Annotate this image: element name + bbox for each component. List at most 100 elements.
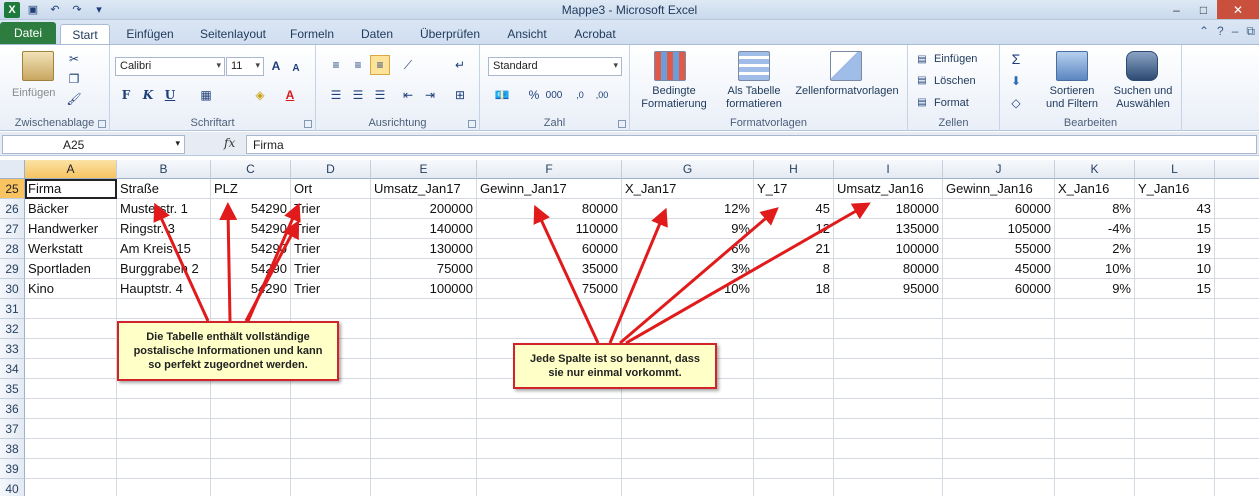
grid-cell[interactable]: [25, 319, 117, 339]
grid-cell[interactable]: 100000: [834, 239, 943, 259]
grid-cell[interactable]: 54290: [211, 279, 291, 299]
grid-cell[interactable]: [291, 479, 371, 496]
tab-daten[interactable]: Daten: [352, 24, 402, 44]
row-header[interactable]: 40: [0, 479, 25, 496]
grid-cell[interactable]: [371, 459, 477, 479]
grid-cell[interactable]: 80000: [834, 259, 943, 279]
grid-cell[interactable]: [622, 479, 754, 496]
grid-cell[interactable]: [1215, 459, 1259, 479]
grid-cell[interactable]: 15: [1135, 219, 1215, 239]
grid-cell[interactable]: 60000: [943, 279, 1055, 299]
grid-cell[interactable]: Musterstr. 1: [117, 199, 211, 219]
column-header[interactable]: J: [943, 160, 1055, 179]
grid-cell[interactable]: [1135, 319, 1215, 339]
align-left-icon[interactable]: ☰: [326, 85, 346, 105]
bold-icon[interactable]: F: [116, 85, 136, 105]
column-header[interactable]: G: [622, 160, 754, 179]
grid-cell[interactable]: [1215, 279, 1259, 299]
grid-cell[interactable]: [943, 419, 1055, 439]
align-right-icon[interactable]: ☰: [370, 85, 390, 105]
autosum-icon[interactable]: Σ: [1006, 49, 1026, 69]
grid-cell[interactable]: Gewinn_Jan16: [943, 179, 1055, 199]
grid-cell[interactable]: [211, 379, 291, 399]
font-color-icon[interactable]: A: [280, 85, 300, 105]
border-icon[interactable]: ▦: [196, 85, 216, 105]
grid-cell[interactable]: [25, 379, 117, 399]
grid-cell[interactable]: [477, 479, 622, 496]
grid-cell[interactable]: [834, 439, 943, 459]
column-header[interactable]: F: [477, 160, 622, 179]
grid-cell[interactable]: 54290: [211, 259, 291, 279]
grid-cell[interactable]: [834, 359, 943, 379]
tab-ueberpruefen[interactable]: Überprüfen: [412, 24, 488, 44]
row-header[interactable]: 25: [0, 179, 25, 199]
find-select-label[interactable]: Suchen und Auswählen: [1106, 85, 1180, 111]
grid-cell[interactable]: [371, 379, 477, 399]
name-box[interactable]: A25 ▾: [2, 135, 185, 154]
grid-cell[interactable]: 110000: [477, 219, 622, 239]
grid-cell[interactable]: [1215, 179, 1259, 199]
grid-cell[interactable]: 43: [1135, 199, 1215, 219]
grid-cell[interactable]: 95000: [834, 279, 943, 299]
grid-cell[interactable]: [834, 299, 943, 319]
grid-cell[interactable]: [477, 459, 622, 479]
grid-cell[interactable]: [754, 299, 834, 319]
grid-cell[interactable]: [477, 299, 622, 319]
fill-icon[interactable]: ⬇: [1006, 71, 1026, 91]
cell-styles-icon[interactable]: [830, 51, 862, 81]
grid-cell[interactable]: Burggraben 2: [117, 259, 211, 279]
grid-cell[interactable]: [943, 359, 1055, 379]
grid-cell[interactable]: [117, 479, 211, 496]
grid-cell[interactable]: [1055, 359, 1135, 379]
grid-cell[interactable]: [1215, 359, 1259, 379]
select-all-corner[interactable]: [0, 160, 25, 179]
grid-cell[interactable]: [1135, 299, 1215, 319]
grid-cell[interactable]: Straße: [117, 179, 211, 199]
grid-cell[interactable]: 3%: [622, 259, 754, 279]
grid-cell[interactable]: [622, 419, 754, 439]
tab-ansicht[interactable]: Ansicht: [498, 24, 556, 44]
grid-cell[interactable]: [211, 399, 291, 419]
grid-cell[interactable]: [1055, 459, 1135, 479]
grid-cell[interactable]: Ort: [291, 179, 371, 199]
grid-cell[interactable]: [834, 339, 943, 359]
grid-cell[interactable]: [1055, 439, 1135, 459]
row-header[interactable]: 37: [0, 419, 25, 439]
maximize-icon[interactable]: □: [1190, 0, 1217, 19]
clear-icon[interactable]: ◇: [1006, 93, 1026, 113]
column-header[interactable]: H: [754, 160, 834, 179]
grid-cell[interactable]: [754, 359, 834, 379]
grid-cell[interactable]: [1055, 319, 1135, 339]
grid-cell[interactable]: 8%: [1055, 199, 1135, 219]
grid-cell[interactable]: [117, 419, 211, 439]
grid-cell[interactable]: 19: [1135, 239, 1215, 259]
column-header[interactable]: A: [25, 160, 117, 179]
grid-cell[interactable]: [943, 379, 1055, 399]
grid-cell[interactable]: 55000: [943, 239, 1055, 259]
tab-einfuegen[interactable]: Einfügen: [118, 24, 182, 44]
clipboard-launcher-icon[interactable]: [98, 120, 106, 128]
grid-cell[interactable]: [1215, 299, 1259, 319]
paste-label[interactable]: Einfügen: [12, 87, 55, 100]
column-header[interactable]: E: [371, 160, 477, 179]
grid-cell[interactable]: X_Jan16: [1055, 179, 1135, 199]
row-header[interactable]: 29: [0, 259, 25, 279]
grid-cell[interactable]: 54290: [211, 199, 291, 219]
column-header[interactable]: B: [117, 160, 211, 179]
row-header[interactable]: 26: [0, 199, 25, 219]
decrease-indent-icon[interactable]: ⇤: [398, 85, 418, 105]
grid-cell[interactable]: -6%: [622, 239, 754, 259]
grid-cell[interactable]: [1215, 259, 1259, 279]
grid-cell[interactable]: 35000: [477, 259, 622, 279]
sort-filter-label[interactable]: Sortieren und Filtern: [1034, 85, 1110, 111]
grid-cell[interactable]: [834, 479, 943, 496]
grid-cell[interactable]: [1215, 479, 1259, 496]
grid-cell[interactable]: [371, 319, 477, 339]
grid-cell[interactable]: [25, 439, 117, 459]
grid-cell[interactable]: [834, 459, 943, 479]
grid-cell[interactable]: [291, 439, 371, 459]
grid-cell[interactable]: 75000: [371, 259, 477, 279]
delete-cells-icon[interactable]: ▤: [912, 70, 932, 90]
conditional-formatting-icon[interactable]: [654, 51, 686, 81]
grid-cell[interactable]: Y_17: [754, 179, 834, 199]
